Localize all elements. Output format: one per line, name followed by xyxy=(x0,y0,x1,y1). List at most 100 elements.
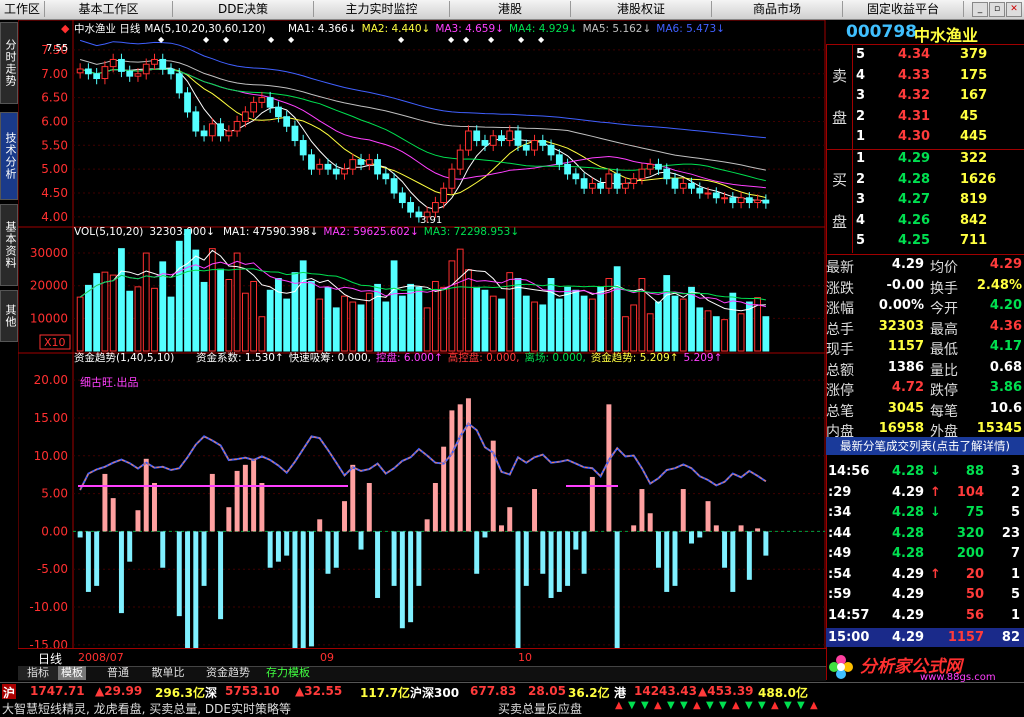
fund-trend-bar xyxy=(94,531,100,586)
stat-label: 最新 xyxy=(826,260,854,276)
tab-fixed-income[interactable]: 固定收益平台 xyxy=(843,1,964,17)
legend-item: 资金系数: 1.530↑ xyxy=(196,351,284,364)
sell-price[interactable]: 4.31 xyxy=(898,109,930,124)
signal-diamond-icon: ◆ xyxy=(268,35,275,44)
candle-body xyxy=(630,178,638,184)
tick-volume: 56 xyxy=(965,607,984,623)
tick-list-header[interactable]: 最新分笔成交列表(点击了解详情) xyxy=(826,437,1024,455)
fund-trend-bar xyxy=(746,531,752,580)
candle-body xyxy=(721,197,728,200)
candle-body xyxy=(175,73,183,94)
volume-bar xyxy=(440,286,448,352)
market-breadth-arrow-icon: ▼ xyxy=(758,700,766,711)
candle-body xyxy=(465,130,472,151)
legend-item: 资金趋势: 5.209↑ xyxy=(591,351,679,364)
tick-count: 23 xyxy=(1001,525,1020,541)
tick-list[interactable]: 14:56 4.28 ↓ 88 3:29 4.29 ↑ 104 2:34 4.28 ↓ 75 5:44 4… xyxy=(826,462,1024,652)
volume-bar xyxy=(481,289,489,352)
candle-body xyxy=(663,168,671,180)
sh-index-value: 1747.71 xyxy=(30,684,85,698)
stat-label: 量比 xyxy=(930,362,958,379)
tab-template[interactable]: 模板 xyxy=(58,666,86,680)
minimize-button[interactable]: _ xyxy=(972,2,988,17)
vtab-minute-trend[interactable]: 分时走势 xyxy=(0,22,18,104)
tab-hk-stock[interactable]: 港股 xyxy=(450,1,571,17)
sell-price[interactable]: 4.34 xyxy=(898,47,930,62)
volume-bar xyxy=(588,298,596,352)
sell-price[interactable]: 4.33 xyxy=(898,68,930,83)
indicator-tick-label: 15.00 xyxy=(34,411,68,425)
tab-dde[interactable]: DDE决策 xyxy=(173,1,314,17)
tick-row[interactable] xyxy=(826,544,1024,563)
sell-price[interactable]: 4.32 xyxy=(898,88,930,103)
tab-basic-workspace[interactable]: 基本工作区 xyxy=(45,1,173,17)
tick-row[interactable] xyxy=(826,503,1024,522)
close-button[interactable]: ✕ xyxy=(1006,2,1022,17)
volume-bar xyxy=(151,287,158,352)
candle-body xyxy=(588,182,596,189)
candle-body xyxy=(233,120,241,132)
fund-trend-bar xyxy=(342,501,347,532)
candle-body xyxy=(440,187,448,204)
tick-time: 14:56 xyxy=(828,464,870,479)
stat-value: 16958 xyxy=(878,421,924,436)
vtab-other[interactable]: 其他 xyxy=(0,290,18,342)
fund-trend-bar xyxy=(532,489,538,532)
tab-storage-template[interactable]: 存力模板 xyxy=(258,666,318,680)
buy-price[interactable]: 4.25 xyxy=(898,233,930,248)
candle-body xyxy=(754,199,761,204)
tab-fund-trend[interactable]: 资金趋势 xyxy=(198,666,258,680)
vtab-technical-analysis[interactable]: 技术分析 xyxy=(0,112,18,200)
fund-trend-bar xyxy=(465,398,471,532)
tick-time: 14:57 xyxy=(828,607,870,623)
stat-label: 换手 xyxy=(930,280,958,297)
tab-main-force-monitor[interactable]: 主力实时监控 xyxy=(314,1,450,17)
tab-commodity[interactable]: 商品市场 xyxy=(712,1,843,17)
red-marker-icon: ◆ xyxy=(61,22,70,35)
candle-body xyxy=(622,182,629,189)
fund-trend-bar xyxy=(300,531,306,653)
buy-price[interactable]: 4.29 xyxy=(898,151,930,166)
fund-trend-bar xyxy=(689,531,694,544)
tick-row[interactable] xyxy=(826,524,1024,543)
stat-value: 1386 xyxy=(887,359,924,375)
fund-trend-bar xyxy=(366,483,372,532)
vtab-basic-info[interactable]: 基本资料 xyxy=(0,204,18,286)
status-marquee-text[interactable]: 大智慧短线精灵, 龙虎看盘, 买卖总量, DDE实时策略等 xyxy=(2,700,291,717)
stat-label: 均价 xyxy=(930,260,958,276)
kline-chart-area[interactable]: ◆ 中水渔业 日线 MA(5,10,20,30,60,120) MA1: 4.36… xyxy=(18,20,826,665)
tick-time: 15:00 xyxy=(828,630,870,645)
top-menu-bar: 工作区 基本工作区 DDE决策 主力实时监控 港股 港股权证 商品市场 固定收益… xyxy=(0,0,1024,20)
restore-button[interactable]: ▫ xyxy=(989,2,1005,17)
tick-row[interactable] xyxy=(826,585,1024,604)
tab-hk-warrant[interactable]: 港股权证 xyxy=(571,1,712,17)
market-breadth-arrow-icon: ▼ xyxy=(628,700,636,711)
volume-bar xyxy=(696,307,704,352)
period-label[interactable]: 日线 xyxy=(38,650,62,667)
fund-trend-bar xyxy=(284,531,290,556)
fund-trend-bar xyxy=(325,531,331,574)
tick-row[interactable] xyxy=(826,565,1024,584)
menu-workspace[interactable]: 工作区 xyxy=(0,1,45,17)
indicator-title-text: 资金趋势(1,40,5,10) xyxy=(74,351,174,364)
buy-price[interactable]: 4.28 xyxy=(898,172,930,187)
tick-time: :34 xyxy=(828,505,852,520)
ma-line-20 xyxy=(79,68,766,189)
tab-small-order-ratio[interactable]: 散单比 xyxy=(138,666,198,680)
tick-row[interactable] xyxy=(826,483,1024,502)
stat-value: 2.48% xyxy=(976,277,1022,293)
tick-price: 4.28 xyxy=(892,525,925,541)
fund-trend-bar xyxy=(160,531,166,568)
indicator-tick-label: 20.00 xyxy=(34,373,68,387)
buy-price[interactable]: 4.26 xyxy=(898,213,930,228)
tick-count: 7 xyxy=(1010,546,1020,561)
fund-trend-bar xyxy=(218,531,224,620)
fund-trend-bar xyxy=(565,531,571,586)
tab-indicator[interactable]: 指标 xyxy=(18,666,58,680)
fund-trend-bar xyxy=(548,531,554,598)
sell-level-index: 4 xyxy=(856,67,866,83)
candle-body xyxy=(704,192,712,195)
sell-price[interactable]: 4.30 xyxy=(898,129,930,144)
volume-bar xyxy=(679,298,687,352)
buy-price[interactable]: 4.27 xyxy=(898,192,930,207)
